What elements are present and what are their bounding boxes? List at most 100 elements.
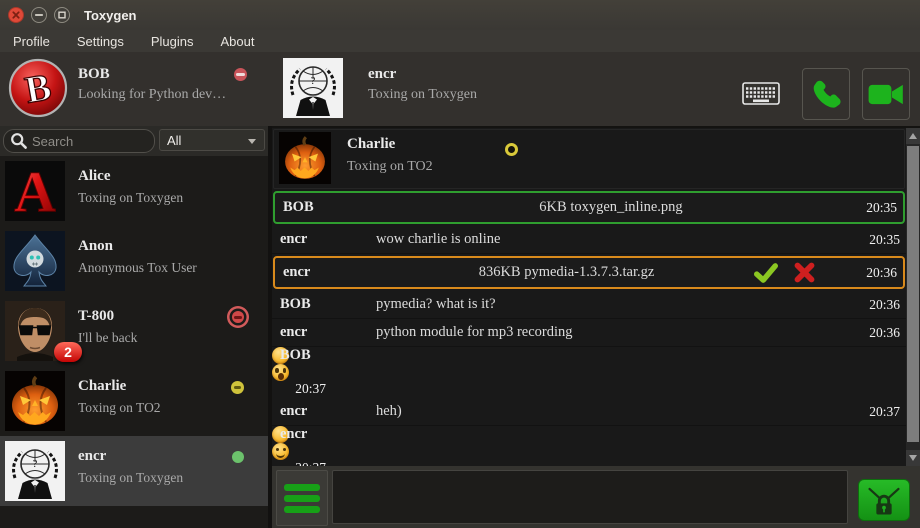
decline-file-button[interactable] (794, 262, 815, 283)
chat-peer-banner: Charlie Toxing on TO2 (273, 129, 905, 189)
window-controls (8, 7, 70, 23)
contact-row-t-800[interactable]: T-800I'll be back2 (0, 296, 268, 366)
chat-scrollbar (906, 128, 920, 466)
menu-item-settings[interactable]: Settings (77, 34, 124, 49)
menu-item-profile[interactable]: Profile (13, 34, 50, 49)
message-timestamp: 20:35 (843, 200, 903, 216)
unread-count-badge: 2 (54, 342, 82, 362)
accept-file-button[interactable] (754, 263, 778, 283)
file-transfer-label: 6KB toxygen_inline.png (379, 199, 843, 216)
contact-status-message: Toxing on Toxygen (78, 190, 183, 206)
triangle-up-icon (909, 133, 917, 139)
contact-row-anon[interactable]: Anon Anonymous Tox User (0, 226, 268, 296)
self-profile[interactable]: B BOB Looking for Python dev… (8, 58, 228, 118)
close-icon (8, 7, 24, 23)
contact-status-message: I'll be back (78, 330, 137, 346)
message-text: heh) (376, 403, 846, 420)
contact-row-charlie[interactable]: Charlie Toxing on TO2 (0, 366, 268, 436)
contact-name: Alice (78, 168, 110, 185)
tox-lock-icon (862, 483, 906, 517)
message-text (272, 364, 289, 381)
titlebar: Toxygen (0, 0, 920, 30)
chevron-down-icon (248, 139, 256, 144)
emoji-astonished-icon (272, 364, 289, 381)
contact-name: Charlie (78, 378, 126, 395)
message-row: BOB20:37 (272, 347, 289, 364)
scroll-down-button[interactable] (906, 450, 920, 466)
message-text: pymedia? what is it? (376, 296, 846, 313)
file-transfer-label: 836KB pymedia-1.3.7.3.tar.gz (379, 264, 754, 281)
message-timestamp: 20:36 (843, 265, 903, 281)
chat-peer-status-message: Toxing on TO2 (347, 159, 433, 175)
message-sender: BOB (272, 347, 376, 364)
composer-bar (272, 466, 920, 528)
send-button[interactable] (858, 479, 910, 521)
message-row: BOBpymedia? what is it?20:36 (272, 291, 906, 319)
message-row: encr20:37 (272, 426, 289, 443)
maximize-icon (54, 7, 70, 23)
message-text: wow charlie is online (376, 231, 846, 248)
close-button[interactable] (8, 7, 24, 23)
search-box (3, 129, 155, 153)
contact-status-message: Anonymous Tox User (78, 260, 197, 276)
spade-avatar (5, 231, 65, 291)
online-status-icon (232, 451, 244, 463)
contact-filter-value: All (167, 133, 181, 148)
maximize-button[interactable] (54, 7, 70, 23)
message-text (272, 443, 289, 460)
top-panel: B BOB Looking for Python dev… ? encr Tox… (0, 52, 920, 128)
svg-text:?: ? (311, 75, 316, 87)
message-timestamp: 20:35 (846, 232, 906, 248)
anon-avatar: ? (5, 441, 65, 501)
pumpkin-avatar (279, 132, 331, 184)
chat-menu-button[interactable] (276, 470, 328, 526)
video-call-button[interactable] (862, 68, 910, 120)
scroll-up-button[interactable] (906, 128, 920, 144)
message-timestamp: 20:37 (272, 381, 332, 397)
scrollbar-thumb[interactable] (907, 146, 919, 442)
accept-file-icon (754, 263, 778, 283)
decline-file-icon (794, 262, 815, 283)
minimize-button[interactable] (31, 7, 47, 23)
self-name: BOB (78, 66, 228, 83)
file-transfer-row: encr836KB pymedia-1.3.7.3.tar.gz 20:36 (273, 256, 905, 289)
message-input[interactable] (333, 471, 847, 523)
active-chat-header: ? encr Toxing on Toxygen (283, 58, 477, 118)
menubar: Profile Settings Plugins About (0, 30, 920, 52)
file-transfer-actions (754, 262, 815, 283)
contact-list: A Alice Toxing on Toxygen Anon Anonymous Tox… (0, 156, 268, 528)
message-sender: encr (272, 403, 376, 420)
self-avatar: B (8, 58, 68, 118)
alice-avatar: A (5, 161, 65, 221)
message-sender: encr (272, 231, 376, 248)
message-input-box (332, 470, 848, 524)
search-icon (10, 132, 28, 155)
contact-name: Anon (78, 238, 113, 255)
contact-row-alice[interactable]: A Alice Toxing on Toxygen (0, 156, 268, 226)
contact-name: encr (78, 448, 106, 465)
window-title: Toxygen (84, 8, 137, 23)
chat-peer-name: Charlie (347, 136, 395, 153)
contact-row-encr[interactable]: ?encrToxing on Toxygen (0, 436, 268, 506)
audio-call-button[interactable] (802, 68, 850, 120)
message-text: python module for mp3 recording (376, 324, 846, 341)
message-sender: BOB (275, 199, 379, 216)
contact-status-message: Toxing on TO2 (78, 400, 161, 416)
message-list: BOB6KB toxygen_inline.png20:35encrwow ch… (272, 191, 906, 466)
contact-filter-dropdown[interactable]: All (159, 129, 265, 151)
message-timestamp: 20:36 (846, 325, 906, 341)
active-chat-name: encr (368, 66, 477, 83)
message-sender: encr (275, 264, 379, 281)
active-chat-status-message: Toxing on Toxygen (368, 87, 477, 103)
busy-status-icon (232, 311, 244, 323)
search-input[interactable] (30, 131, 152, 151)
active-chat-avatar: ? (283, 58, 343, 118)
message-sender: encr (272, 426, 376, 443)
file-transfer-row: BOB6KB toxygen_inline.png20:35 (273, 191, 905, 224)
busy-status-icon[interactable] (234, 68, 247, 81)
triangle-down-icon (909, 455, 917, 461)
menu-item-plugins[interactable]: Plugins (151, 34, 194, 49)
menu-item-about[interactable]: About (220, 34, 254, 49)
svg-text:?: ? (33, 458, 38, 470)
pumpkin-avatar (5, 371, 65, 431)
